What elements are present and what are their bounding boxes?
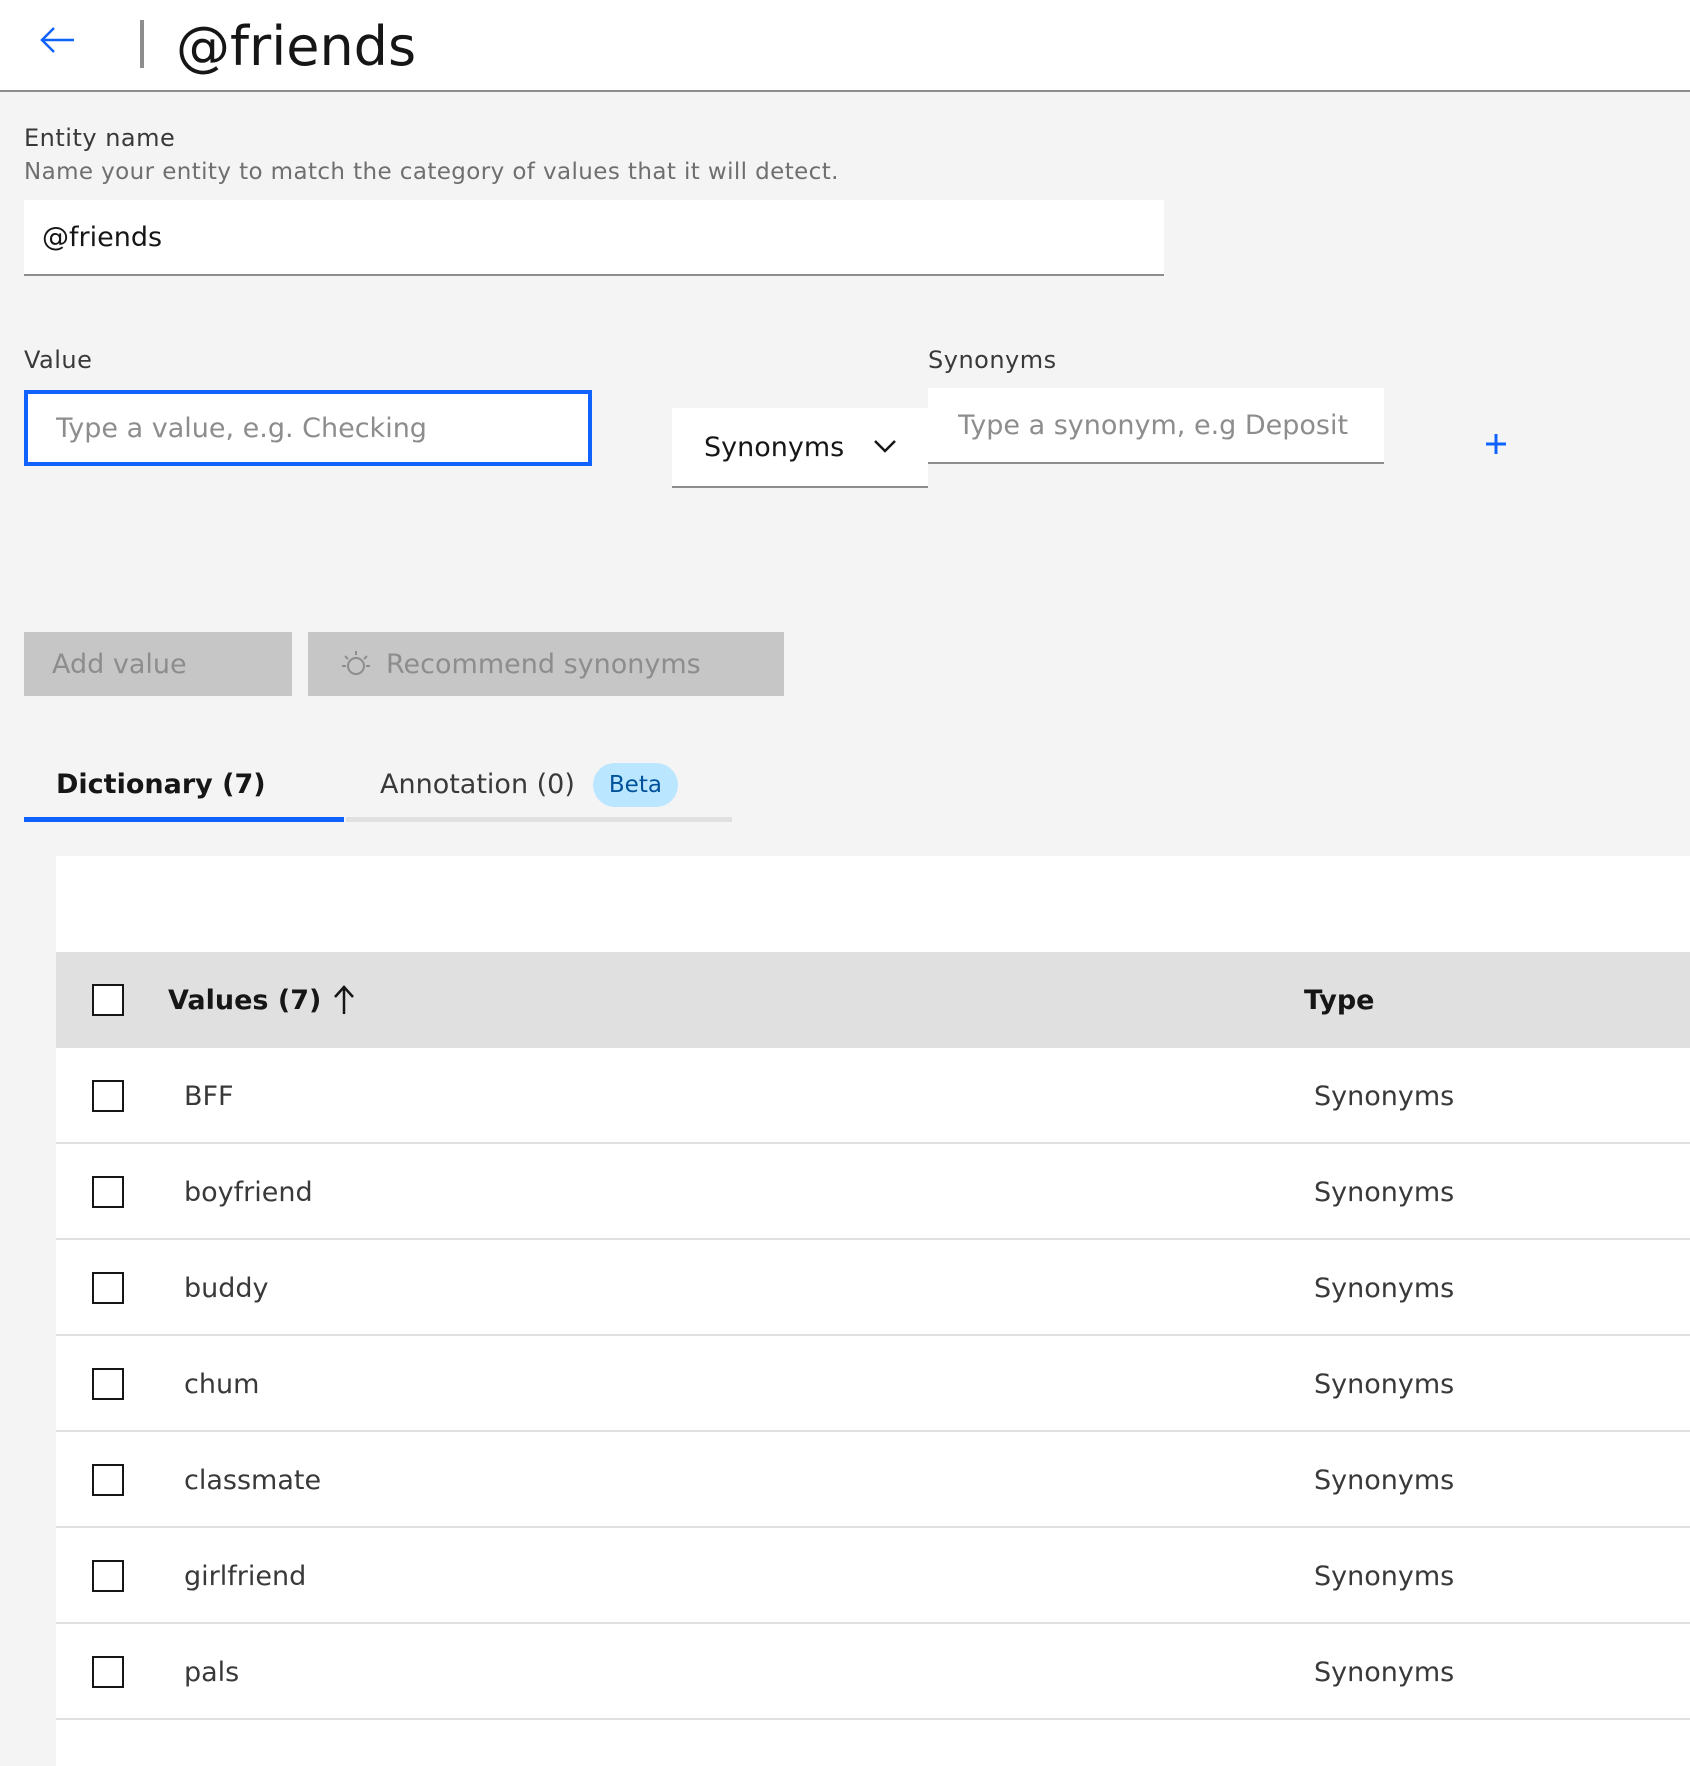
plus-icon <box>1485 433 1507 459</box>
arrow-left-icon <box>40 26 76 58</box>
entity-name-input[interactable] <box>24 200 1164 276</box>
row-checkbox[interactable] <box>92 1656 124 1688</box>
table-row[interactable]: pals Synonyms <box>56 1624 1690 1720</box>
type-dropdown-label: Synonyms <box>704 431 845 463</box>
value-input[interactable] <box>24 390 592 466</box>
select-all-checkbox[interactable] <box>92 984 124 1016</box>
row-value: chum <box>184 1368 260 1400</box>
type-dropdown[interactable]: Synonyms <box>672 408 928 488</box>
row-checkbox[interactable] <box>92 1080 124 1112</box>
table-header: Values (7) Type <box>56 952 1690 1048</box>
values-column-header[interactable]: Values (7) <box>168 952 355 1048</box>
values-column-label: Values (7) <box>168 984 322 1016</box>
value-label: Value <box>24 346 93 374</box>
tab-dictionary-label: Dictionary (7) <box>56 769 266 800</box>
row-type: Synonyms <box>1314 1176 1455 1208</box>
type-column-header[interactable]: Type <box>1304 952 1374 1048</box>
tab-dictionary[interactable]: Dictionary (7) <box>24 752 344 822</box>
row-checkbox[interactable] <box>92 1560 124 1592</box>
synonym-input[interactable] <box>928 388 1384 464</box>
row-type: Synonyms <box>1314 1272 1455 1304</box>
row-type: Synonyms <box>1314 1080 1455 1112</box>
page-title: @friends <box>176 15 417 78</box>
recommend-synonyms-label: Recommend synonyms <box>386 648 701 680</box>
table-row[interactable]: girlfriend Synonyms <box>56 1528 1690 1624</box>
recommend-synonyms-button[interactable]: Recommend synonyms <box>308 632 784 696</box>
back-button[interactable] <box>30 14 86 70</box>
tab-annotation-label: Annotation (0) <box>380 769 575 800</box>
page-header: @friends <box>0 0 1690 92</box>
row-value: buddy <box>184 1272 269 1304</box>
lightbulb-icon <box>340 648 372 680</box>
header-divider <box>140 20 144 68</box>
tab-annotation[interactable]: Annotation (0) Beta <box>346 752 732 822</box>
table-row[interactable]: classmate Synonyms <box>56 1432 1690 1528</box>
row-value: BFF <box>184 1080 234 1112</box>
entity-name-label: Entity name <box>24 124 176 152</box>
row-type: Synonyms <box>1314 1464 1455 1496</box>
table-row[interactable]: boyfriend Synonyms <box>56 1144 1690 1240</box>
row-checkbox[interactable] <box>92 1368 124 1400</box>
values-table: Values (7) Type BFF Synonyms boyfriend S… <box>56 856 1690 1766</box>
row-type: Synonyms <box>1314 1656 1455 1688</box>
row-checkbox[interactable] <box>92 1272 124 1304</box>
chevron-down-icon <box>874 438 896 457</box>
row-value: pals <box>184 1656 240 1688</box>
row-checkbox[interactable] <box>92 1464 124 1496</box>
add-value-button[interactable]: Add value <box>24 632 292 696</box>
row-type: Synonyms <box>1314 1368 1455 1400</box>
table-row[interactable]: BFF Synonyms <box>56 1048 1690 1144</box>
add-synonym-button[interactable] <box>1476 426 1516 466</box>
entity-name-helper: Name your entity to match the category o… <box>24 159 839 185</box>
beta-tag: Beta <box>592 762 678 807</box>
table-row[interactable]: buddy Synonyms <box>56 1240 1690 1336</box>
table-row[interactable]: chum Synonyms <box>56 1336 1690 1432</box>
arrow-up-icon <box>333 985 355 1015</box>
row-value: classmate <box>184 1464 322 1496</box>
add-value-label: Add value <box>52 648 187 680</box>
row-type: Synonyms <box>1314 1560 1455 1592</box>
row-value: girlfriend <box>184 1560 307 1592</box>
row-value: boyfriend <box>184 1176 313 1208</box>
synonyms-label: Synonyms <box>928 346 1057 374</box>
row-checkbox[interactable] <box>92 1176 124 1208</box>
